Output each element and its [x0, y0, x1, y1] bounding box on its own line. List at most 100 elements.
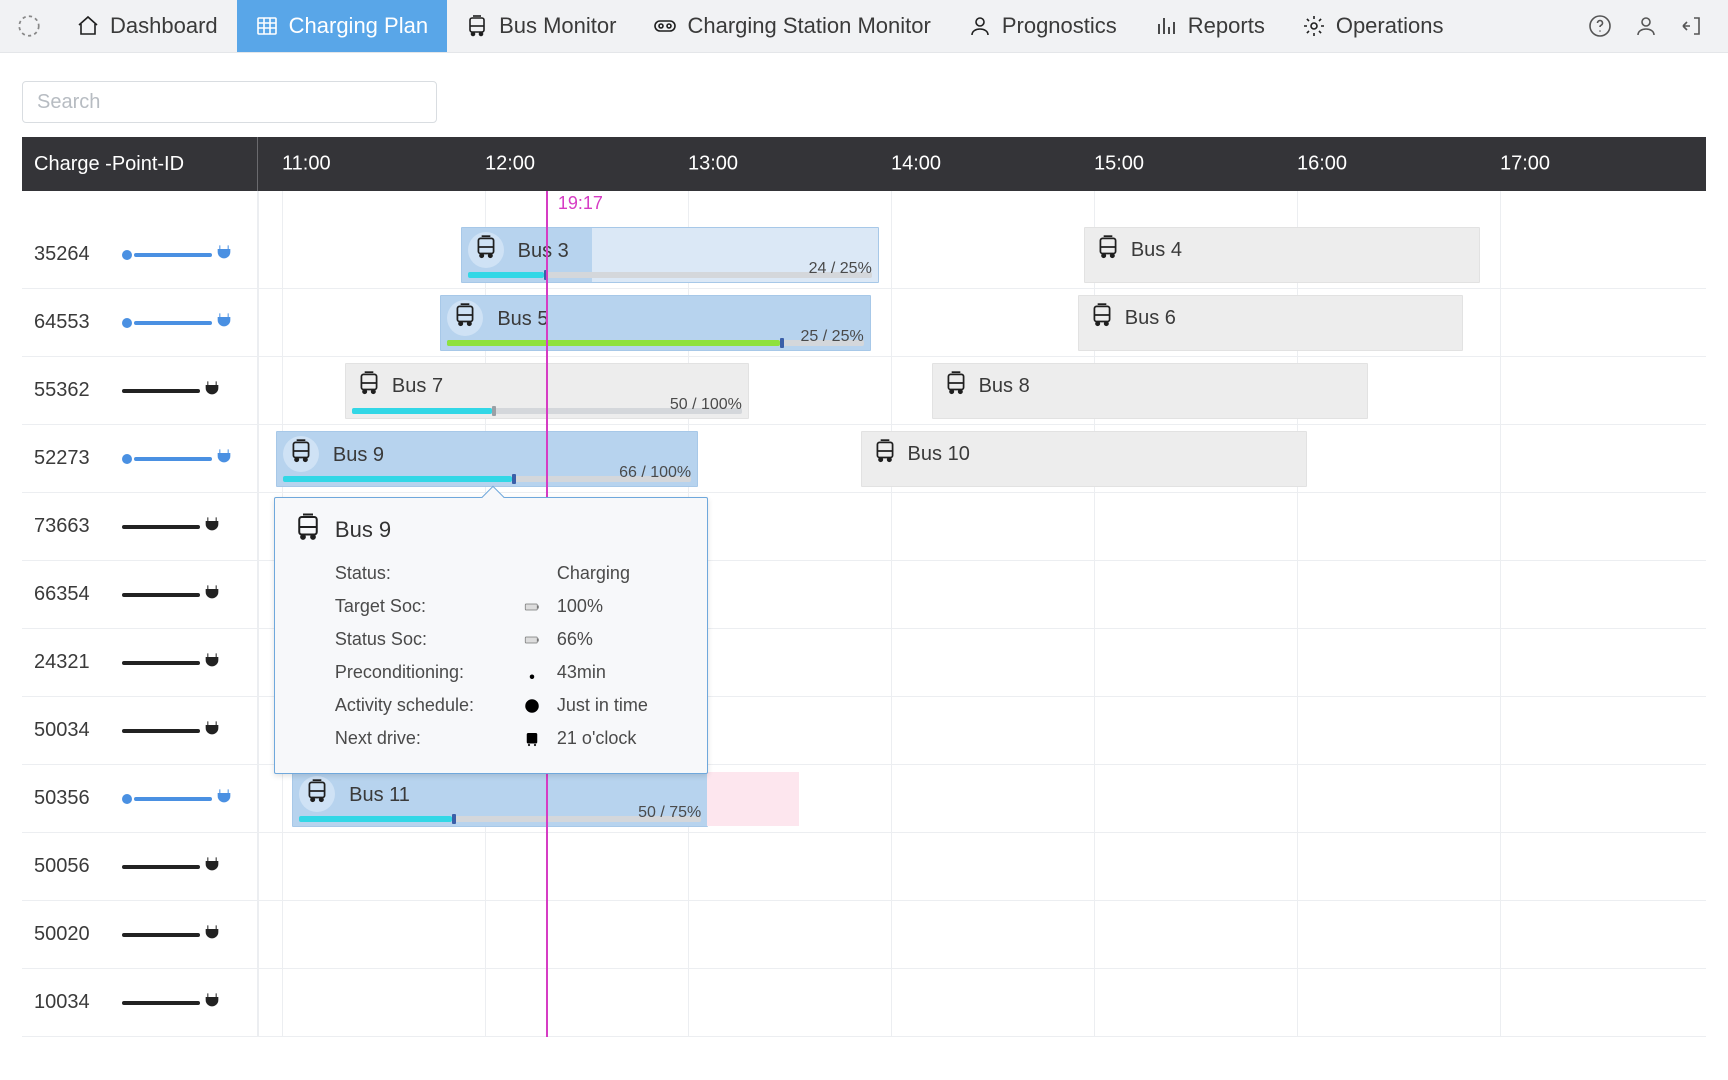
- charge-point-status-line: [122, 650, 222, 676]
- progress-label: 24 / 25%: [809, 260, 872, 278]
- popover-key: Status Soc:: [335, 629, 507, 650]
- timeline-header: Charge -Point-ID 11:0012:0013:0014:0015:…: [22, 137, 1706, 191]
- popover-row: Preconditioning: 43min: [335, 656, 689, 689]
- charge-point-row: 55362 Bus 7 50 / 100%: [22, 357, 1706, 425]
- bus-detail-popover: Bus 9 Status: ChargingTarget Soc: 100%St…: [274, 497, 708, 774]
- timeline-lane[interactable]: Bus 7 50 / 100% Bus 8: [258, 357, 1706, 424]
- nav-tab-label: Charging Plan: [289, 13, 428, 39]
- charge-point-status-line: [122, 446, 234, 472]
- nav-tab-label: Charging Station Monitor: [687, 13, 930, 39]
- nav-tab-dashboard[interactable]: Dashboard: [58, 0, 237, 52]
- grid-icon: [255, 14, 279, 38]
- charge-point-row: 50056: [22, 833, 1706, 901]
- popover-row: Next drive: 21 o'clock: [335, 722, 689, 755]
- charge-point-id: 66354: [34, 583, 110, 606]
- nav-tab-reports[interactable]: Reports: [1136, 0, 1284, 52]
- charge-point-cell: 10034: [22, 969, 258, 1036]
- top-nav: Dashboard Charging Plan Bus Monitor Char…: [0, 0, 1728, 53]
- schedule-block[interactable]: Bus 4: [1084, 227, 1480, 283]
- charge-point-status-line: [122, 514, 222, 540]
- schedule-block[interactable]: Bus 11 50 / 75%: [292, 771, 708, 827]
- charge-point-id: 10034: [34, 991, 110, 1014]
- charge-point-cell: 24321: [22, 629, 258, 696]
- plug-icon: [202, 990, 222, 1016]
- battery-icon: [521, 631, 543, 649]
- plug-icon: [202, 514, 222, 540]
- charge-point-status-line: [122, 582, 222, 608]
- person-icon: [968, 14, 992, 38]
- schedule-block-label: Bus 7: [392, 375, 443, 398]
- plug-icon: [202, 582, 222, 608]
- bus-icon: [521, 730, 543, 748]
- charge-point-id: 73663: [34, 515, 110, 538]
- charge-point-cell: 50020: [22, 901, 258, 968]
- bus-icon: [293, 512, 323, 547]
- charge-point-cell: 50356: [22, 765, 258, 832]
- popover-row: Activity schedule: Just in time: [335, 689, 689, 722]
- schedule-block[interactable]: Bus 3 24 / 25%: [461, 227, 879, 283]
- schedule-block[interactable]: Bus 10: [861, 431, 1308, 487]
- popover-value: 66%: [557, 629, 593, 650]
- charge-point-id: 52273: [34, 447, 110, 470]
- timeline-hours: 11:0012:0013:0014:0015:0016:0017:00: [258, 137, 1706, 191]
- search-input[interactable]: [22, 81, 437, 123]
- app-logo[interactable]: [0, 0, 58, 52]
- schedule-block[interactable]: Bus 6: [1078, 295, 1464, 351]
- help-icon[interactable]: [1586, 12, 1614, 40]
- schedule-block[interactable]: Bus 8: [932, 363, 1368, 419]
- charge-point-cell: 55362: [22, 357, 258, 424]
- charge-point-status-line: [122, 242, 234, 268]
- nav-tab-label: Dashboard: [110, 13, 218, 39]
- bus-icon: [872, 447, 898, 469]
- popover-value: 43min: [557, 662, 606, 683]
- nav-tab-operations[interactable]: Operations: [1284, 0, 1463, 52]
- hour-tick: 11:00: [282, 153, 331, 176]
- nav-tab-bus-monitor[interactable]: Bus Monitor: [447, 0, 635, 52]
- hour-tick: 13:00: [688, 153, 738, 176]
- nav-tab-charging-plan[interactable]: Charging Plan: [237, 0, 447, 52]
- schedule-block-label: Bus 6: [1125, 307, 1176, 330]
- timeline-lane[interactable]: Bus 5 25 / 25% Bus 6: [258, 289, 1706, 356]
- charge-point-id: 55362: [34, 379, 110, 402]
- charge-point-cell: 73663: [22, 493, 258, 560]
- timeline-lane[interactable]: [258, 901, 1706, 968]
- gear-icon: [1302, 14, 1326, 38]
- progress-label: 66 / 100%: [619, 464, 691, 482]
- timeline-lane[interactable]: [258, 969, 1706, 1036]
- schedule-block[interactable]: Bus 9 66 / 100%: [276, 431, 698, 487]
- popover-value: 100%: [557, 596, 603, 617]
- user-icon[interactable]: [1632, 12, 1660, 40]
- nav-tab-prognostics[interactable]: Prognostics: [950, 0, 1136, 52]
- nav-tab-charging-station-monitor[interactable]: Charging Station Monitor: [635, 0, 949, 52]
- timeline-lane[interactable]: Bus 11 50 / 75%: [258, 765, 1706, 832]
- schedule-block[interactable]: Bus 5 25 / 25%: [440, 295, 870, 351]
- logout-icon[interactable]: [1678, 12, 1706, 40]
- popover-key: Status:: [335, 563, 507, 584]
- timeline-lane[interactable]: Bus 3 24 / 25% Bus 4: [258, 221, 1706, 288]
- plug-icon: [202, 922, 222, 948]
- charge-point-id: 64553: [34, 311, 110, 334]
- thermo-icon: [521, 664, 543, 682]
- charge-point-cell: 64553: [22, 289, 258, 356]
- popover-row: Target Soc: 100%: [335, 590, 689, 623]
- progress-label: 50 / 100%: [670, 396, 742, 414]
- popover-title: Bus 9: [335, 517, 391, 543]
- top-nav-right: [1586, 0, 1728, 52]
- schedule-block-label: Bus 5: [497, 308, 548, 331]
- hour-tick: 15:00: [1094, 153, 1144, 176]
- clock-icon: [521, 697, 543, 715]
- plug-icon: [214, 786, 234, 812]
- popover-key: Next drive:: [335, 728, 507, 749]
- charge-point-id: 35264: [34, 243, 110, 266]
- schedule-block-label: Bus 8: [979, 375, 1030, 398]
- plug-icon: [202, 718, 222, 744]
- charger-icon: [653, 14, 677, 38]
- charge-point-row: 50356 Bus 11 50 / 75%: [22, 765, 1706, 833]
- plug-icon: [214, 242, 234, 268]
- timeline-lane[interactable]: Bus 9 66 / 100% Bus 10: [258, 425, 1706, 492]
- bus-icon: [452, 302, 478, 334]
- charge-point-id: 50056: [34, 855, 110, 878]
- schedule-block-label: Bus 3: [518, 240, 569, 263]
- timeline-lane[interactable]: [258, 833, 1706, 900]
- bars-icon: [1154, 14, 1178, 38]
